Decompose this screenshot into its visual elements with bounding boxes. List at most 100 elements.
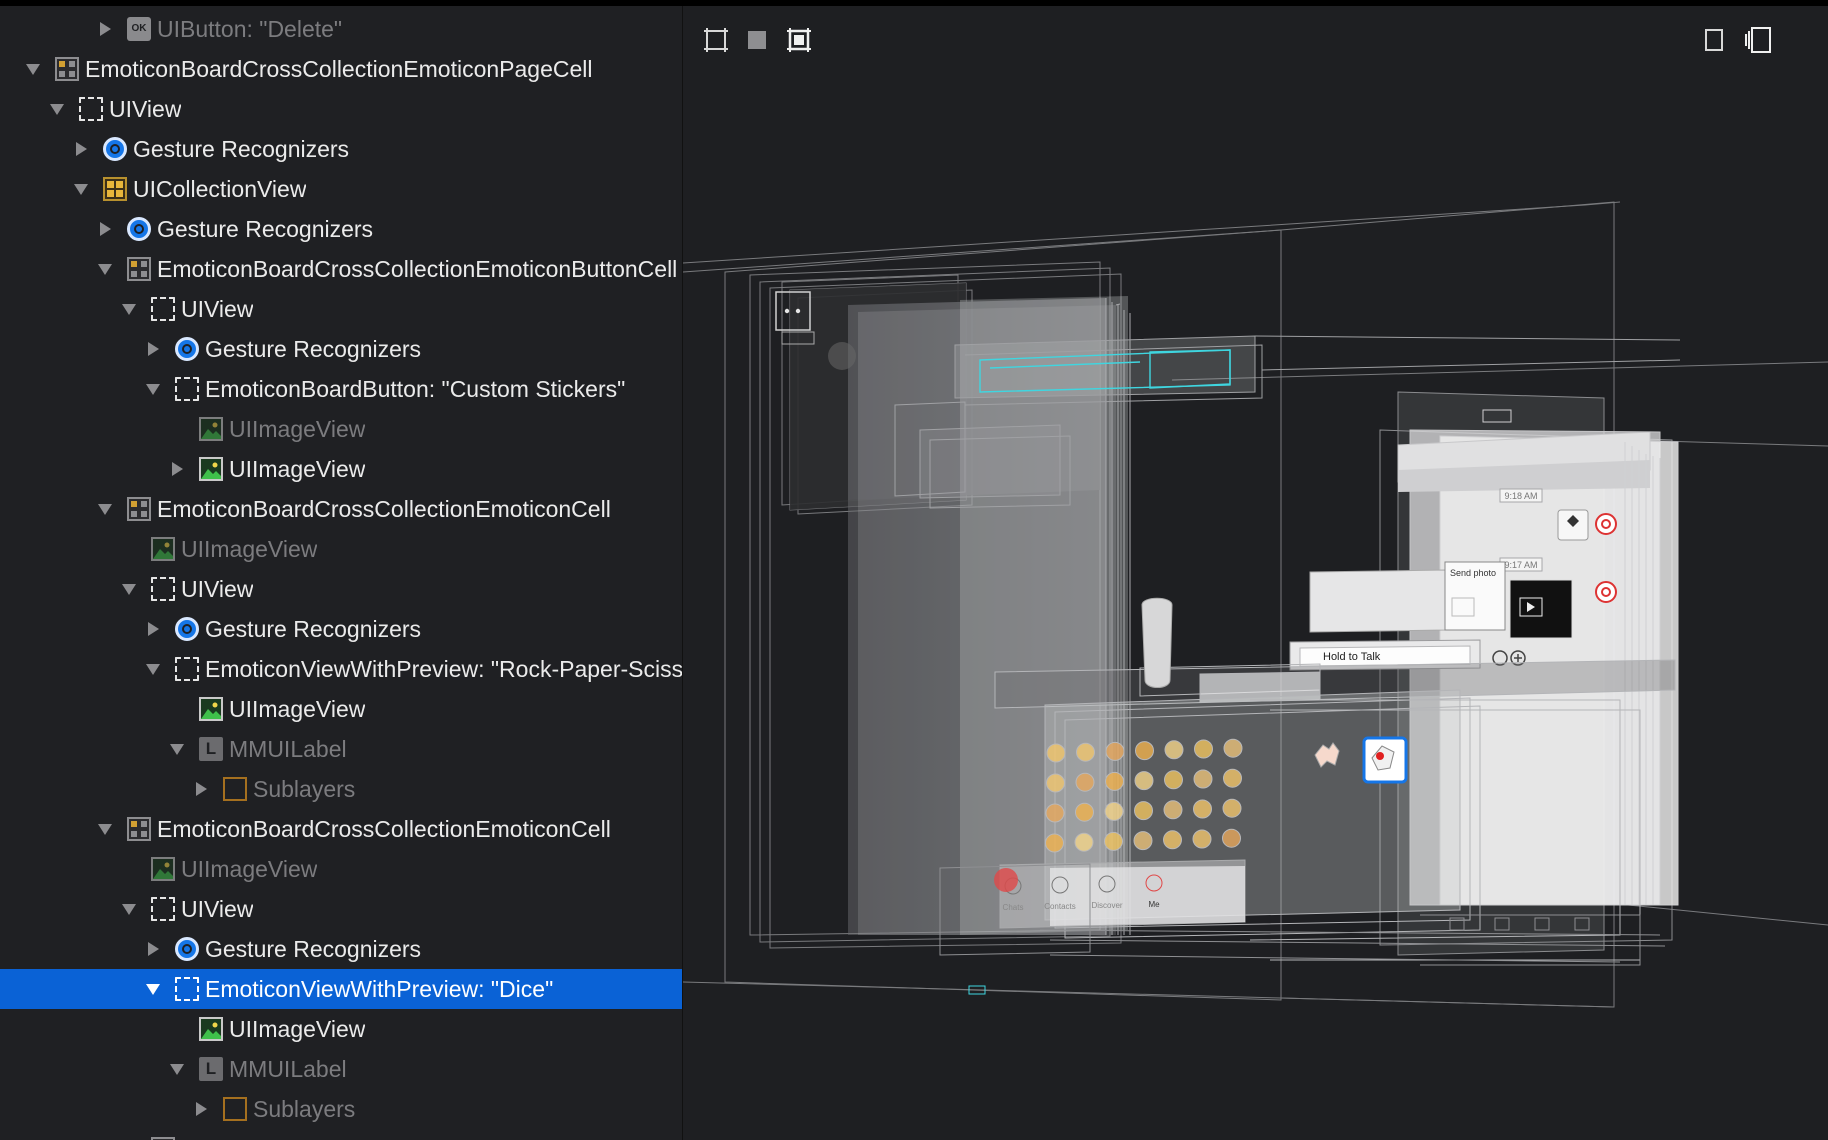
emoji-cell[interactable]	[1105, 771, 1124, 791]
outline-row[interactable]: Gesture Recognizers	[0, 129, 682, 169]
outline-row[interactable]: UIView	[0, 889, 682, 929]
disclosure-expanded-icon[interactable]	[145, 381, 161, 397]
emoji-cell[interactable]	[1222, 828, 1241, 848]
disclosure-expanded-icon[interactable]	[121, 901, 137, 917]
outline-row[interactable]: UIImageView	[0, 1009, 682, 1049]
gesture-icon	[175, 617, 199, 641]
disclosure-collapsed-icon[interactable]	[73, 141, 89, 157]
disclosure-expanded-icon[interactable]	[49, 101, 65, 117]
emoji-cell[interactable]	[1134, 801, 1153, 821]
emoji-cell[interactable]	[1105, 741, 1125, 761]
emoji-cell[interactable]	[1164, 740, 1184, 760]
disclosure-expanded-icon[interactable]	[169, 1061, 185, 1077]
outline-row-label: UIImageView	[229, 1015, 366, 1042]
image-icon	[199, 457, 223, 481]
send-photo-label: Send photo	[1450, 568, 1496, 578]
disclosure-expanded-icon[interactable]	[145, 661, 161, 677]
disclosure-collapsed-icon[interactable]	[145, 341, 161, 357]
disclosure-collapsed-icon[interactable]	[193, 781, 209, 797]
emoji-cell[interactable]	[1164, 770, 1183, 790]
outline-row[interactable]: EmoticonBoardCrossCollectionEmoticonCell	[0, 489, 682, 529]
emoji-cell[interactable]	[1045, 803, 1065, 823]
emoji-cell[interactable]	[1074, 832, 1094, 852]
view-hierarchy-outline[interactable]: OK UIButton: "Delete" EmoticonBoardCrossCo…	[0, 6, 682, 1140]
outline-row[interactable]: UIImageView	[0, 449, 682, 489]
emoji-cell[interactable]	[1163, 800, 1183, 820]
outline-row-label: EmoticonViewWithPreview: "Dice"	[205, 975, 554, 1002]
outline-row[interactable]: UIImageView	[0, 689, 682, 729]
disclosure-expanded-icon[interactable]	[97, 261, 113, 277]
emoji-cell[interactable]	[1134, 771, 1154, 791]
outline-row[interactable]: Gesture Recognizers	[0, 329, 682, 369]
outline-row[interactable]: EmoticonBoardButton: "Custom Stickers"	[0, 369, 682, 409]
emoji-cell[interactable]	[1076, 742, 1095, 762]
emoji-cell[interactable]	[1104, 831, 1123, 851]
emoji-cell[interactable]	[1163, 830, 1182, 850]
outline-row-selected[interactable]: EmoticonViewWithPreview: "Dice"	[0, 969, 682, 1009]
outline-row[interactable]: UIImageView	[0, 409, 682, 449]
outline-row[interactable]: Gesture Recognizers	[0, 209, 682, 249]
outline-row[interactable]: UICollectionView	[0, 169, 682, 209]
emoji-cell[interactable]	[1075, 772, 1095, 792]
outline-row[interactable]: UIImageView	[0, 529, 682, 569]
disclosure-expanded-icon[interactable]	[73, 181, 89, 197]
disclosure-expanded-icon[interactable]	[121, 301, 137, 317]
emoji-cell[interactable]	[1075, 802, 1094, 822]
emoji-cell[interactable]	[1133, 831, 1153, 851]
emoji-cell[interactable]	[1223, 768, 1242, 788]
view-icon	[175, 657, 199, 681]
emoji-cell[interactable]	[1046, 743, 1066, 763]
outline-row[interactable]: L MMUILabel	[0, 1049, 682, 1089]
outline-row[interactable]: OK UIButton: "Delete"	[0, 9, 682, 49]
emoji-cell[interactable]	[1194, 739, 1213, 759]
outline-row[interactable]: UIView	[0, 289, 682, 329]
emoji-cell[interactable]	[1046, 773, 1065, 793]
disclosure-expanded-icon[interactable]	[97, 821, 113, 837]
gesture-icon	[103, 137, 127, 161]
outline-row[interactable]: UIView	[0, 89, 682, 129]
emoji-cell[interactable]	[1223, 738, 1243, 758]
emoji-cell[interactable]	[1045, 833, 1064, 853]
disclosure-expanded-icon[interactable]	[145, 981, 161, 997]
disclosure-expanded-icon[interactable]	[97, 501, 113, 517]
image-icon	[199, 697, 223, 721]
outline-row[interactable]: EmoticonBoardCrossCollectionEmoticonCell	[0, 809, 682, 849]
sublayers-icon	[223, 777, 247, 801]
disclosure-collapsed-icon[interactable]	[97, 221, 113, 237]
3d-view-canvas[interactable]: 9:18 AM 9:17 AM Send photo Hold to Talk	[683, 6, 1828, 1140]
time-label-1: 9:18 AM	[1504, 491, 1537, 501]
outline-row[interactable]: EmoticonViewWithPreview: "Rock-Paper-Sci…	[0, 649, 682, 689]
disclosure-expanded-icon[interactable]	[25, 61, 41, 77]
outline-row-label: UIImageView	[181, 535, 318, 562]
emoji-cell[interactable]	[1193, 769, 1213, 789]
outline-row-label: EmoticonBoardCrossCollectionEmoticonCell	[157, 495, 611, 522]
cell-icon	[127, 817, 151, 841]
outline-row[interactable]: L MMUILabel	[0, 729, 682, 769]
outline-row[interactable]: EmoticonBoardCrossCollectionEmoticonButt…	[0, 249, 682, 289]
tab-label: Me	[1148, 900, 1160, 909]
emoji-cell[interactable]	[1193, 799, 1212, 819]
outline-row[interactable]: Sublayers	[0, 769, 682, 809]
outline-row[interactable]: Sublayers	[0, 1089, 682, 1129]
emoji-cell[interactable]	[1104, 801, 1124, 821]
image-icon	[151, 857, 175, 881]
time-label-2: 9:17 AM	[1504, 560, 1537, 570]
emoji-cell[interactable]	[1135, 741, 1154, 761]
disclosure-collapsed-icon[interactable]	[145, 621, 161, 637]
disclosure-collapsed-icon[interactable]	[169, 461, 185, 477]
outline-row[interactable]: Gesture Recognizers	[0, 929, 682, 969]
disclosure-collapsed-icon[interactable]	[97, 21, 113, 37]
disclosure-collapsed-icon[interactable]	[193, 1101, 209, 1117]
emoji-cell[interactable]	[1222, 798, 1242, 818]
disclosure-expanded-icon[interactable]	[121, 581, 137, 597]
outline-row[interactable]	[0, 1129, 682, 1140]
outline-row[interactable]: Gesture Recognizers	[0, 609, 682, 649]
disclosure-expanded-icon[interactable]	[169, 741, 185, 757]
outline-row[interactable]: UIImageView	[0, 849, 682, 889]
disclosure-collapsed-icon[interactable]	[145, 941, 161, 957]
emoji-cell[interactable]	[1192, 829, 1212, 849]
exploded-layer-scene[interactable]: 9:18 AM 9:17 AM Send photo Hold to Talk	[683, 6, 1828, 1140]
outline-row[interactable]: UIView	[0, 569, 682, 609]
outline-row[interactable]: EmoticonBoardCrossCollectionEmoticonPage…	[0, 49, 682, 89]
